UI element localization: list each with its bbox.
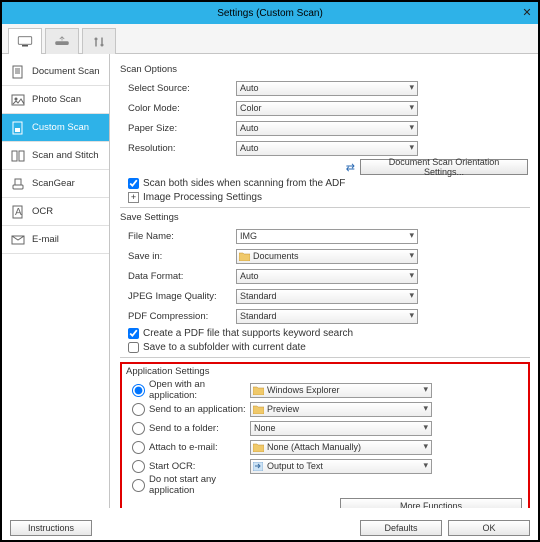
pdf-compression-dropdown[interactable]: Standard xyxy=(236,309,418,324)
swap-icon[interactable]: ⇄ xyxy=(346,161,354,174)
sidebar-item-email[interactable]: E-mail xyxy=(2,226,109,254)
create-pdf-label: Create a PDF file that supports keyword … xyxy=(143,328,353,339)
scan-both-checkbox[interactable] xyxy=(128,178,139,189)
main-panel: Scan Options Select Source:Auto Color Mo… xyxy=(110,54,538,508)
select-source-dropdown[interactable]: Auto xyxy=(236,81,418,96)
color-mode-label: Color Mode: xyxy=(120,103,236,114)
no-app-radio[interactable] xyxy=(132,479,145,492)
attach-email-dropdown[interactable]: None (Attach Manually) xyxy=(250,440,432,455)
orientation-settings-button[interactable]: Document Scan Orientation Settings... xyxy=(360,159,528,175)
stitch-icon xyxy=(10,148,26,164)
save-settings-title: Save Settings xyxy=(120,212,530,223)
file-name-label: File Name: xyxy=(120,231,236,242)
data-format-dropdown[interactable]: Auto xyxy=(236,269,418,284)
jpeg-quality-label: JPEG Image Quality: xyxy=(120,291,236,302)
sidebar-item-scan-stitch[interactable]: Scan and Stitch xyxy=(2,142,109,170)
file-name-input[interactable] xyxy=(236,229,418,244)
settings-window: Settings (Custom Scan) ✕ Document Scan P… xyxy=(0,0,540,542)
attach-email-radio[interactable] xyxy=(132,441,145,454)
sidebar-item-ocr[interactable]: AOCR xyxy=(2,198,109,226)
ocr-icon: A xyxy=(10,204,26,220)
footer: Instructions Defaults OK xyxy=(2,520,538,536)
defaults-button[interactable]: Defaults xyxy=(360,520,442,536)
tab-scan-to-pc[interactable] xyxy=(8,28,42,54)
application-settings-title: Application Settings xyxy=(126,366,524,377)
image-processing-label: Image Processing Settings xyxy=(143,192,262,203)
save-settings-group: Save Settings File Name: Save in:Documen… xyxy=(120,212,530,353)
send-folder-dropdown[interactable]: None xyxy=(250,421,432,436)
send-folder-radio[interactable] xyxy=(132,422,145,435)
start-ocr-dropdown[interactable]: Output to Text xyxy=(250,459,432,474)
subfolder-label: Save to a subfolder with current date xyxy=(143,342,306,353)
paper-size-label: Paper Size: xyxy=(120,123,236,134)
save-in-dropdown[interactable]: Documents xyxy=(236,249,418,264)
titlebar: Settings (Custom Scan) ✕ xyxy=(2,2,538,24)
pdf-compression-label: PDF Compression: xyxy=(120,311,236,322)
application-settings-group: Application Settings Open with an applic… xyxy=(120,362,530,508)
paper-size-dropdown[interactable]: Auto xyxy=(236,121,418,136)
close-icon[interactable]: ✕ xyxy=(520,5,534,19)
instructions-button[interactable]: Instructions xyxy=(10,520,92,536)
scan-options-group: Scan Options Select Source:Auto Color Mo… xyxy=(120,64,530,203)
photo-icon xyxy=(10,92,26,108)
subfolder-checkbox[interactable] xyxy=(128,342,139,353)
open-app-dropdown[interactable]: Windows Explorer xyxy=(250,383,432,398)
send-app-radio[interactable] xyxy=(132,403,145,416)
resolution-label: Resolution: xyxy=(120,143,236,154)
send-app-label: Send to an application: xyxy=(149,404,246,415)
top-tabbar xyxy=(2,24,538,54)
svg-text:A: A xyxy=(15,207,22,218)
scan-options-title: Scan Options xyxy=(120,64,530,75)
attach-email-label: Attach to e-mail: xyxy=(149,442,218,453)
scan-both-label: Scan both sides when scanning from the A… xyxy=(143,178,345,189)
jpeg-quality-dropdown[interactable]: Standard xyxy=(236,289,418,304)
tab-scan-from-panel[interactable] xyxy=(45,28,79,54)
data-format-label: Data Format: xyxy=(120,271,236,282)
save-in-label: Save in: xyxy=(120,251,236,262)
scangear-icon xyxy=(10,176,26,192)
sidebar-item-custom-scan[interactable]: Custom Scan xyxy=(2,114,109,142)
resolution-dropdown[interactable]: Auto xyxy=(236,141,418,156)
email-icon xyxy=(10,232,26,248)
create-pdf-checkbox[interactable] xyxy=(128,328,139,339)
custom-icon xyxy=(10,120,26,136)
sidebar-item-scangear[interactable]: ScanGear xyxy=(2,170,109,198)
select-source-label: Select Source: xyxy=(120,83,236,94)
start-ocr-label: Start OCR: xyxy=(149,461,195,472)
start-ocr-radio[interactable] xyxy=(132,460,145,473)
send-folder-label: Send to a folder: xyxy=(149,423,219,434)
send-app-dropdown[interactable]: Preview xyxy=(250,402,432,417)
sidebar: Document Scan Photo Scan Custom Scan Sca… xyxy=(2,54,110,508)
open-app-label: Open with an application: xyxy=(149,379,250,401)
more-functions-button[interactable]: More Functions xyxy=(340,498,522,508)
open-app-radio[interactable] xyxy=(132,384,145,397)
document-icon xyxy=(10,64,26,80)
sidebar-item-photo-scan[interactable]: Photo Scan xyxy=(2,86,109,114)
expand-image-processing[interactable]: + xyxy=(128,192,139,203)
ok-button[interactable]: OK xyxy=(448,520,530,536)
no-app-label: Do not start any application xyxy=(149,474,250,496)
color-mode-dropdown[interactable]: Color xyxy=(236,101,418,116)
tab-preferences[interactable] xyxy=(82,28,116,54)
sidebar-item-document-scan[interactable]: Document Scan xyxy=(2,58,109,86)
window-title: Settings (Custom Scan) xyxy=(217,8,323,19)
